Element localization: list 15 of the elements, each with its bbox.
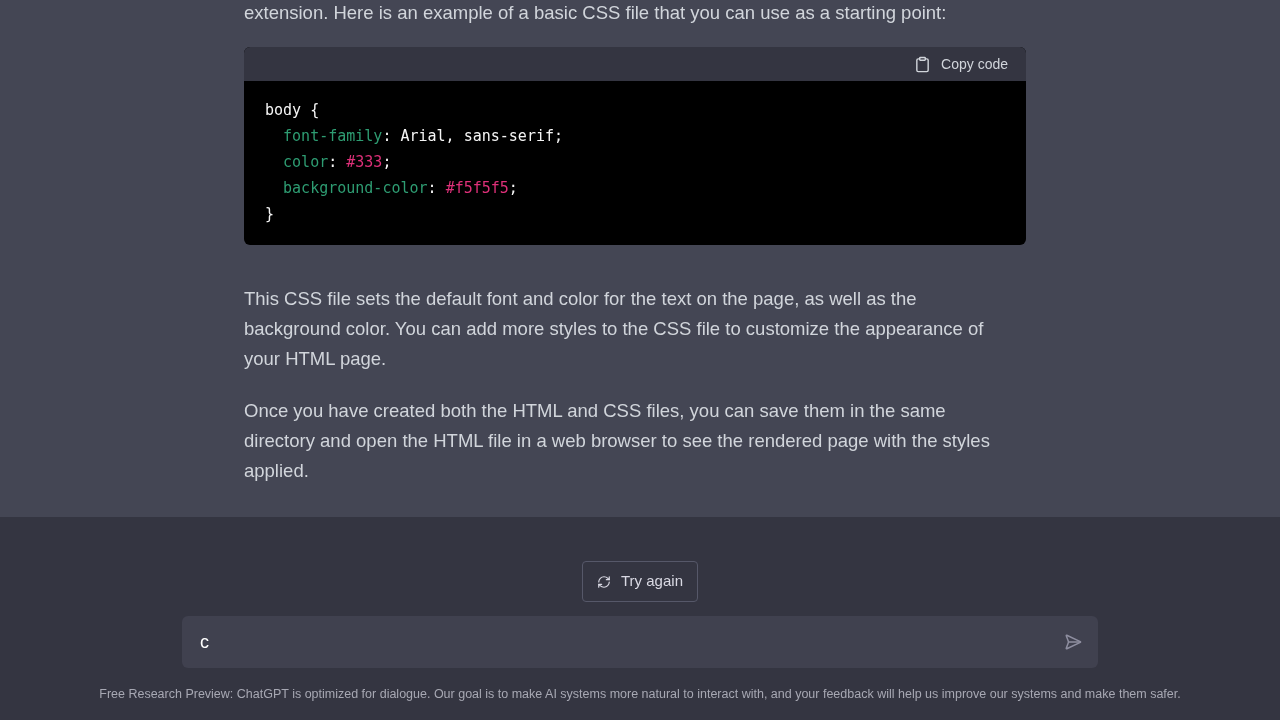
try-again-button[interactable]: Try again: [582, 561, 698, 602]
footer-disclaimer: Free Research Preview: ChatGPT is optimized for dialogue. Our goal is to make AI systems more natural to interact with, and your feedback will help us improve our systems and make them safer.: [99, 686, 1181, 703]
code-line: body {: [265, 100, 321, 121]
send-icon[interactable]: [1064, 633, 1082, 651]
clipboard-icon: [914, 55, 932, 73]
message-text: extension. Here is an example of a basic CSS file that you can use as a starting point:: [244, 1, 948, 25]
message-paragraph: Once you have created both the HTML and CSS files, you can save them in the same directory and open the HTML file in a web browser to see the rendered page with the styles applied.: [244, 399, 991, 483]
copy-code-button[interactable]: Copy code: [914, 53, 1008, 75]
refresh-icon: [597, 574, 611, 589]
code-line: color: #333;: [282, 152, 393, 173]
code-line: }: [265, 204, 276, 225]
code-line: font-family: Arial, sans-serif;: [282, 126, 565, 147]
message-input[interactable]: c: [182, 616, 1098, 668]
code-line: background-color: #f5f5f5;: [282, 178, 519, 199]
message-paragraph: This CSS file sets the default font and color for the text on the page, as well as the background color. You can add more styles to the CSS file to customize the appearance of your HTML page.: [244, 287, 985, 371]
